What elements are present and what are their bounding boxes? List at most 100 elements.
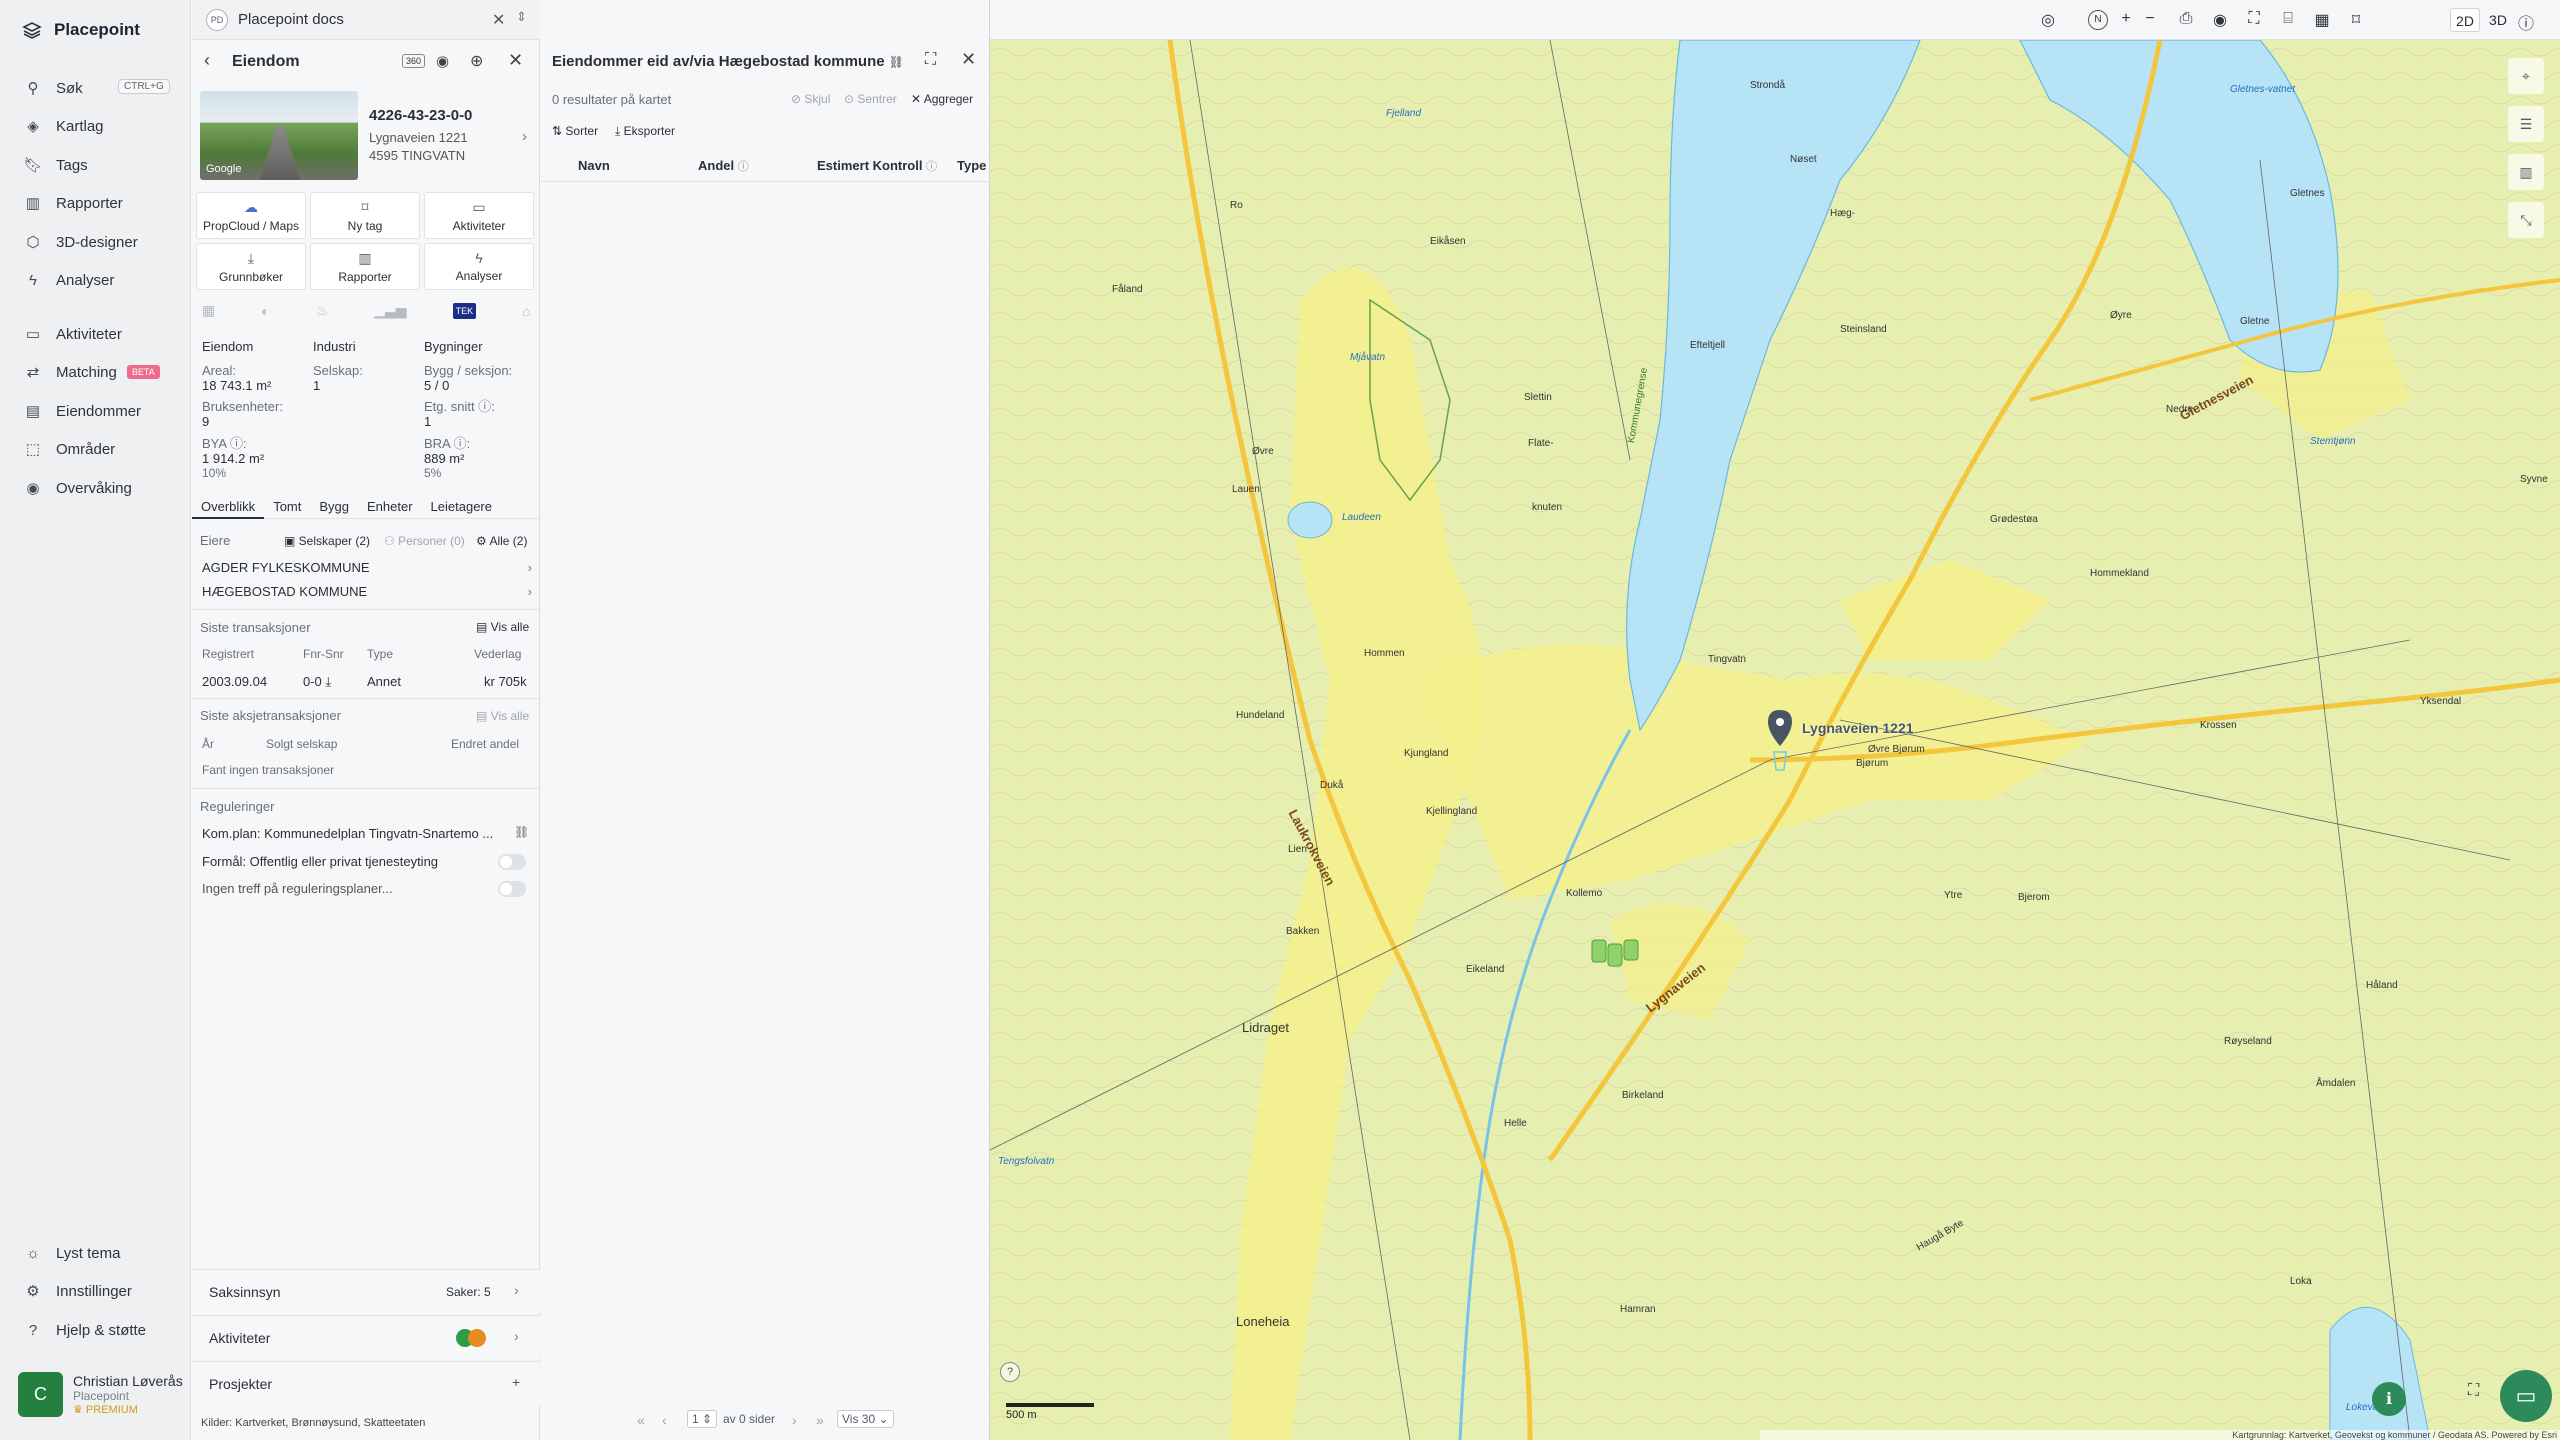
camera-icon[interactable]: ⌸ <box>2278 10 2298 28</box>
section-activities[interactable]: Aktiviteter › <box>192 1315 540 1359</box>
chevron-right-icon[interactable]: › <box>522 128 527 145</box>
select-tool-icon[interactable]: ⌖ <box>2508 58 2544 94</box>
eye-icon[interactable]: ◉ <box>2210 10 2230 30</box>
per-page-select[interactable]: Vis 30 ⌄ <box>837 1410 894 1428</box>
tab-overview[interactable]: Overblikk <box>192 497 265 519</box>
help-icon[interactable]: ? <box>1000 1362 1020 1382</box>
mode-3d-button[interactable]: 3D <box>2483 8 2513 32</box>
industry-icon[interactable]: ♨ <box>316 302 329 319</box>
analyses-button[interactable]: ϟ Analyser <box>424 243 534 290</box>
filter-persons[interactable]: ⚇ Personer (0) <box>384 534 465 548</box>
chat-fab[interactable]: ▭ <box>2500 1370 2552 1422</box>
mode-2d-button[interactable]: 2D <box>2450 8 2480 32</box>
nav-item-monitoring[interactable]: ◉ Overvåking <box>24 474 184 502</box>
center-button[interactable]: ⊙ Sentrer <box>844 92 897 106</box>
pin-label[interactable]: Lygnaveien 1221 <box>1802 720 1914 736</box>
fullscreen-icon[interactable]: ⛶ <box>925 51 936 69</box>
back-icon[interactable]: ‹ <box>204 50 210 71</box>
reg-plan[interactable]: Kom.plan: Kommunedelplan Tingvatn-Snarte… <box>202 826 493 841</box>
link-icon[interactable]: ⛓ <box>514 825 529 839</box>
nav-item-properties[interactable]: ▤ Eiendommer <box>24 397 184 425</box>
tab-plot[interactable]: Tomt <box>264 497 310 519</box>
owner-row[interactable]: HÆGEBOSTAD KOMMUNE › <box>202 584 532 599</box>
owner-row[interactable]: AGDER FYLKESKOMMUNE › <box>202 560 532 575</box>
globe-icon[interactable]: ◐ <box>261 303 269 319</box>
tab-units[interactable]: Enheter <box>358 497 422 519</box>
nav-item-activities[interactable]: ▭ Aktiviteter <box>24 320 184 348</box>
zoom-out-icon[interactable]: − <box>2140 10 2160 28</box>
prev-page-icon[interactable]: ‹ <box>662 1412 667 1428</box>
show-all-share-trans[interactable]: ▤ Vis alle <box>476 709 529 723</box>
layers-toggle-icon[interactable]: ◎ <box>2038 10 2058 30</box>
chart-icon[interactable]: ▥ <box>2508 154 2544 190</box>
tab-buildings[interactable]: Bygg <box>310 497 358 519</box>
nav-item-tags[interactable]: 🔖︎ Tags <box>23 151 184 179</box>
land-registry-button[interactable]: ⤓ Grunnbøker <box>196 243 306 290</box>
sort-button[interactable]: ⇅ Sorter <box>552 124 598 138</box>
filter-companies[interactable]: ▣ Selskaper (2) <box>284 534 370 548</box>
next-page-icon[interactable]: › <box>792 1412 797 1428</box>
nav-item-settings[interactable]: ⚙ Innstillinger <box>24 1277 184 1305</box>
col-share[interactable]: Andel ⓘ <box>698 158 749 174</box>
nav-item-3d-designer[interactable]: ⬡ 3D-designer <box>24 228 184 256</box>
street-view-360-button[interactable]: 360 <box>402 54 426 68</box>
add-circle-icon[interactable]: ⊕ <box>470 51 483 71</box>
nav-item-help[interactable]: ? Hjelp & støtte <box>24 1316 184 1344</box>
section-projects[interactable]: Prosjekter + <box>192 1361 540 1405</box>
aggregate-button[interactable]: ✕ Aggreger <box>911 92 973 106</box>
docs-tab[interactable]: PD Placepoint docs ✕ ⇕ <box>192 0 540 40</box>
building-type-icon[interactable]: ▦ <box>202 302 215 319</box>
signal-icon[interactable]: ▁▃▅ <box>374 302 406 319</box>
link-icon[interactable]: ⛓ <box>889 55 904 69</box>
new-tag-button[interactable]: ⌑ Ny tag <box>310 192 420 239</box>
purpose-toggle[interactable] <box>498 854 526 870</box>
expand-icon[interactable]: ⇕ <box>516 9 527 25</box>
user-profile[interactable]: C Christian Løverås Placepoint ♛ PREMIUM <box>18 1372 183 1417</box>
bookmark-icon[interactable]: ⌑ <box>2346 10 2366 30</box>
activities-button[interactable]: ▭ Aktiviteter <box>424 192 534 239</box>
nav-item-layers[interactable]: ◈ Kartlag <box>24 112 184 140</box>
nav-item-matching[interactable]: ⇄ Matching BETA <box>24 358 184 386</box>
map-canvas[interactable]: Strondå Gletnes-vatnet Nøset Hæg- Gletne… <box>990 40 2560 1440</box>
td-fnr[interactable]: 0-0 ⤓ <box>303 674 331 690</box>
reports-button[interactable]: ▥ Rapporter <box>310 243 420 290</box>
close-icon[interactable]: ✕ <box>492 10 505 30</box>
grid-icon[interactable]: ▦ <box>2312 10 2332 30</box>
warning-icon[interactable]: ⌂ <box>522 303 530 319</box>
zoom-in-icon[interactable]: + <box>2116 10 2136 28</box>
nav-item-areas[interactable]: ⬚ Områder <box>24 435 184 463</box>
filter-all[interactable]: ⚙ Alle (2) <box>476 534 527 548</box>
last-page-icon[interactable]: » <box>816 1412 824 1428</box>
close-icon[interactable]: ✕ <box>961 49 976 70</box>
info-icon[interactable]: ⓘ <box>2516 10 2536 34</box>
first-page-icon[interactable]: « <box>637 1412 645 1428</box>
propcloud-button[interactable]: ☁ PropCloud / Maps <box>196 192 306 239</box>
expand-icon[interactable]: ⛶ <box>2468 1382 2479 1400</box>
measure-icon[interactable]: ⤡ <box>2508 202 2544 238</box>
col-type[interactable]: Type <box>957 158 986 173</box>
add-project-button[interactable]: + <box>512 1374 520 1390</box>
nav-item-light-theme[interactable]: ☼ Lyst tema <box>24 1239 184 1267</box>
nav-item-reports[interactable]: ▥ Rapporter <box>24 189 184 217</box>
col-name[interactable]: Navn <box>578 158 610 173</box>
info-fab[interactable]: ℹ <box>2372 1382 2406 1416</box>
brand[interactable]: Placepoint <box>22 20 140 40</box>
col-control[interactable]: Estimert Kontroll ⓘ <box>817 158 937 174</box>
compass-icon[interactable]: N <box>2088 10 2108 30</box>
tab-tenants[interactable]: Leietagere <box>422 497 501 519</box>
reg-toggle[interactable] <box>498 881 526 897</box>
section-case-access[interactable]: Saksinnsyn Saker: 5 › <box>192 1269 540 1313</box>
print-icon[interactable]: ⎙ <box>2176 10 2196 28</box>
street-view-photo[interactable]: Google <box>200 91 358 180</box>
page-input[interactable]: 1 ⇕ <box>687 1410 718 1428</box>
hide-button[interactable]: ⊘ Skjul <box>791 92 830 106</box>
fullscreen-icon[interactable]: ⛶ <box>2244 10 2264 28</box>
layers-panel-icon[interactable]: ☰ <box>2508 106 2544 142</box>
nav-item-analyses[interactable]: ϟ Analyser <box>24 266 184 294</box>
show-all-transactions[interactable]: ▤ Vis alle <box>476 620 529 634</box>
eye-icon[interactable]: ◉ <box>436 52 449 70</box>
export-button[interactable]: ⤓ Eksporter <box>615 124 675 139</box>
tek-badge[interactable]: TEK <box>452 302 477 319</box>
close-icon[interactable]: ✕ <box>508 50 523 71</box>
nav-item-search[interactable]: ⚲ Søk CTRL+G <box>24 74 184 102</box>
